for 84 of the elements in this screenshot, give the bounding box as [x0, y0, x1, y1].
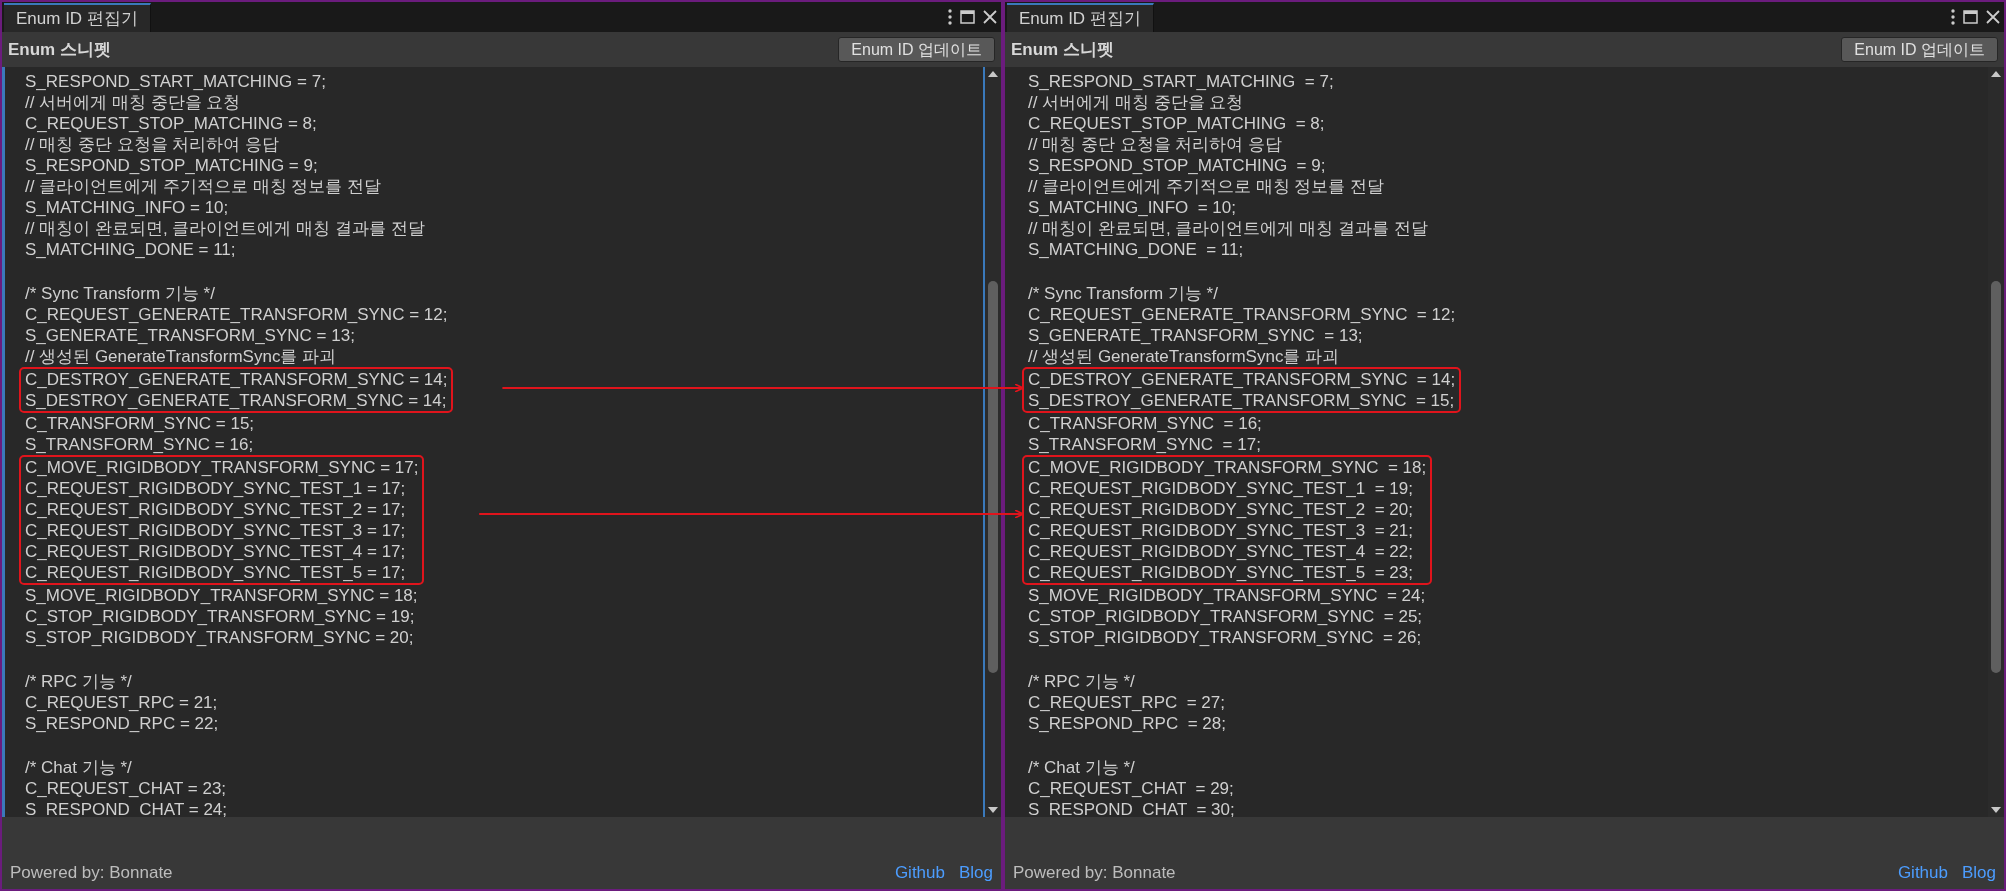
- code-line: S_RESPOND_RPC = 28;: [1028, 713, 1226, 734]
- code-line: C_MOVE_RIGIDBODY_TRANSFORM_SYNC = 18;: [1028, 457, 1427, 478]
- code-line: S_RESPOND_STOP_MATCHING = 9;: [25, 155, 318, 176]
- code-line: S_MOVE_RIGIDBODY_TRANSFORM_SYNC = 24;: [1028, 585, 1426, 606]
- code-line: S_TRANSFORM_SYNC = 17;: [1028, 434, 1261, 455]
- code-line: S_RESPOND_STOP_MATCHING = 9;: [1028, 155, 1326, 176]
- footer-link[interactable]: Blog: [958, 863, 993, 883]
- code-line: /* Sync Transform 기능 */: [1028, 283, 1218, 304]
- maximize-icon[interactable]: [960, 10, 975, 24]
- code-line: S_MATCHING_DONE = 11;: [1028, 239, 1244, 260]
- code-line: S_DESTROY_GENERATE_TRANSFORM_SYNC = 15;: [1028, 390, 1455, 411]
- code-line: // 클라이언트에게 주기적으로 매칭 정보를 전달: [25, 176, 382, 197]
- code-line: C_REQUEST_RIGIDBODY_SYNC_TEST_1 = 17;: [25, 478, 406, 499]
- code-line: // 매칭이 완료되면, 클라이언트에게 매칭 결과를 전달: [25, 218, 425, 239]
- code-line: S_GENERATE_TRANSFORM_SYNC = 13;: [1028, 325, 1363, 346]
- code-line: C_MOVE_RIGIDBODY_TRANSFORM_SYNC = 17;: [25, 457, 419, 478]
- code-line: S_RESPOND_START_MATCHING = 7;: [25, 71, 326, 92]
- code-line: C_REQUEST_RIGIDBODY_SYNC_TEST_4 = 17;: [25, 541, 406, 562]
- code-line: // 매칭이 완료되면, 클라이언트에게 매칭 결과를 전달: [1028, 218, 1428, 239]
- close-icon[interactable]: [1986, 10, 2000, 24]
- code-line: C_REQUEST_RIGIDBODY_SYNC_TEST_5 = 17;: [25, 562, 406, 583]
- code-line: C_REQUEST_CHAT = 29;: [1028, 778, 1234, 799]
- update-button[interactable]: Enum ID 업데이트: [1841, 37, 1998, 62]
- code-line: C_REQUEST_GENERATE_TRANSFORM_SYNC = 12;: [25, 304, 448, 325]
- more-icon[interactable]: [948, 9, 952, 25]
- footer-credit: Powered by: Bonnate: [1013, 863, 1176, 883]
- code-line: S_RESPOND_RPC = 22;: [25, 713, 219, 734]
- footer-link[interactable]: Github: [1897, 863, 1948, 883]
- section-title: Enum 스니펫: [8, 39, 111, 61]
- code-line: S_DESTROY_GENERATE_TRANSFORM_SYNC = 14;: [25, 390, 447, 411]
- code-line: S_RESPOND_CHAT = 30;: [1028, 799, 1235, 817]
- window-tab[interactable]: Enum ID 편집기: [1007, 3, 1154, 32]
- code-line: C_REQUEST_RIGIDBODY_SYNC_TEST_5 = 23;: [1028, 562, 1413, 583]
- code-line: // 서버에게 매칭 중단을 요청: [25, 92, 241, 113]
- code-line: C_REQUEST_RIGIDBODY_SYNC_TEST_3 = 17;: [25, 520, 406, 541]
- code-line: // 매칭 중단 요청을 처리하여 응답: [1028, 134, 1283, 155]
- code-line: C_DESTROY_GENERATE_TRANSFORM_SYNC = 14;: [1028, 369, 1456, 390]
- more-icon[interactable]: [1951, 9, 1955, 25]
- code-line: /* Chat 기능 */: [25, 757, 132, 778]
- code-line: /* RPC 기능 */: [1028, 671, 1135, 692]
- code-line: S_RESPOND_START_MATCHING = 7;: [1028, 71, 1334, 92]
- code-line: /* Sync Transform 기능 */: [25, 283, 215, 304]
- code-line: S_MOVE_RIGIDBODY_TRANSFORM_SYNC = 18;: [25, 585, 418, 606]
- code-line: S_MATCHING_DONE = 11;: [25, 239, 236, 260]
- code-line: C_TRANSFORM_SYNC = 15;: [25, 413, 255, 434]
- code-line: S_MATCHING_INFO = 10;: [25, 197, 229, 218]
- code-line: C_REQUEST_RIGIDBODY_SYNC_TEST_4 = 22;: [1028, 541, 1413, 562]
- code-line: // 서버에게 매칭 중단을 요청: [1028, 92, 1244, 113]
- code-line: S_TRANSFORM_SYNC = 16;: [25, 434, 254, 455]
- code-line: C_REQUEST_RPC = 27;: [1028, 692, 1225, 713]
- code-line: /* Chat 기능 */: [1028, 757, 1135, 778]
- footer-link[interactable]: Github: [894, 863, 945, 883]
- code-line: C_REQUEST_RIGIDBODY_SYNC_TEST_3 = 21;: [1028, 520, 1413, 541]
- update-button[interactable]: Enum ID 업데이트: [838, 37, 995, 62]
- code-line: C_REQUEST_RIGIDBODY_SYNC_TEST_2 = 17;: [25, 499, 406, 520]
- code-line: C_REQUEST_STOP_MATCHING = 8;: [25, 113, 317, 134]
- code-line: C_REQUEST_CHAT = 23;: [25, 778, 227, 799]
- code-line: S_STOP_RIGIDBODY_TRANSFORM_SYNC = 26;: [1028, 627, 1422, 648]
- scrollbar-thumb[interactable]: [988, 281, 998, 673]
- footer-link[interactable]: Blog: [1961, 863, 1996, 883]
- code-line: C_REQUEST_RPC = 21;: [25, 692, 218, 713]
- code-line: S_RESPOND_CHAT = 24;: [25, 799, 228, 817]
- code-line: C_REQUEST_RIGIDBODY_SYNC_TEST_1 = 19;: [1028, 478, 1413, 499]
- code-line: C_STOP_RIGIDBODY_TRANSFORM_SYNC = 25;: [1028, 606, 1423, 627]
- code-line: // 생성된 GenerateTransformSync를 파괴: [1028, 346, 1340, 367]
- code-line: C_DESTROY_GENERATE_TRANSFORM_SYNC = 14;: [25, 369, 448, 390]
- code-line: S_MATCHING_INFO = 10;: [1028, 197, 1236, 218]
- code-line: S_GENERATE_TRANSFORM_SYNC = 13;: [25, 325, 355, 346]
- code-line: C_REQUEST_GENERATE_TRANSFORM_SYNC = 12;: [1028, 304, 1456, 325]
- code-line: // 생성된 GenerateTransformSync를 파괴: [25, 346, 337, 367]
- section-title: Enum 스니펫: [1011, 39, 1114, 61]
- code-line: C_TRANSFORM_SYNC = 16;: [1028, 413, 1262, 434]
- code-line: S_STOP_RIGIDBODY_TRANSFORM_SYNC = 20;: [25, 627, 414, 648]
- window-tab[interactable]: Enum ID 편집기: [4, 3, 151, 32]
- close-icon[interactable]: [983, 10, 997, 24]
- footer-credit: Powered by: Bonnate: [10, 863, 173, 883]
- code-line: // 매칭 중단 요청을 처리하여 응답: [25, 134, 280, 155]
- code-line: // 클라이언트에게 주기적으로 매칭 정보를 전달: [1028, 176, 1385, 197]
- scrollbar-thumb[interactable]: [1991, 281, 2001, 673]
- maximize-icon[interactable]: [1963, 10, 1978, 24]
- code-line: C_REQUEST_RIGIDBODY_SYNC_TEST_2 = 20;: [1028, 499, 1413, 520]
- code-line: /* RPC 기능 */: [25, 671, 132, 692]
- code-line: C_STOP_RIGIDBODY_TRANSFORM_SYNC = 19;: [25, 606, 415, 627]
- code-line: C_REQUEST_STOP_MATCHING = 8;: [1028, 113, 1325, 134]
